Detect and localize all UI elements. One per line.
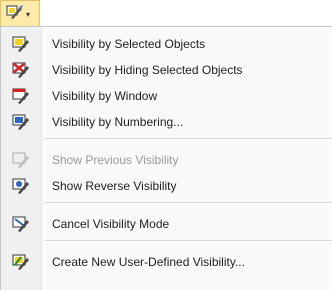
- visibility-numbering-icon: [12, 113, 30, 131]
- menu-item-show-reverse-visibility[interactable]: Show Reverse Visibility: [1, 173, 332, 199]
- menu-item-show-previous-visibility: Show Previous Visibility: [1, 147, 332, 173]
- visibility-dropdown-button[interactable]: ▾: [0, 0, 40, 27]
- menu-item-visibility-by-selected-objects[interactable]: Visibility by Selected Objects: [1, 31, 332, 57]
- menu-item-label: Cancel Visibility Mode: [52, 217, 170, 231]
- menu-item-cancel-visibility-mode[interactable]: Cancel Visibility Mode: [1, 211, 332, 237]
- visibility-menu: Visibility by Selected Objects Visibilit…: [0, 26, 332, 290]
- create-user-visibility-icon: [12, 253, 30, 271]
- show-reverse-visibility-icon: [12, 177, 30, 195]
- menu-separator: [45, 138, 332, 140]
- menu-item-label: Create New User-Defined Visibility...: [52, 255, 245, 269]
- menu-item-visibility-by-hiding-selected-objects[interactable]: Visibility by Hiding Selected Objects: [1, 57, 332, 83]
- visibility-icon: [6, 3, 24, 24]
- menu-item-label: Visibility by Hiding Selected Objects: [52, 63, 243, 77]
- cancel-visibility-mode-icon: [12, 215, 30, 233]
- chevron-down-icon: ▾: [26, 10, 31, 19]
- menu-item-label: Visibility by Window: [52, 89, 158, 103]
- visibility-hiding-selected-icon: [12, 61, 30, 79]
- menu-item-label: Visibility by Numbering...: [52, 115, 184, 129]
- menu-item-label: Show Reverse Visibility: [52, 179, 177, 193]
- menu-item-create-new-user-defined-visibility[interactable]: Create New User-Defined Visibility...: [1, 249, 332, 275]
- menu-separator: [45, 202, 332, 204]
- visibility-window-icon: [12, 87, 30, 105]
- visibility-selected-objects-icon: [12, 35, 30, 53]
- menu-item-label: Visibility by Selected Objects: [52, 37, 206, 51]
- menu-item-visibility-by-window[interactable]: Visibility by Window: [1, 83, 332, 109]
- menu-separator: [45, 240, 332, 242]
- menu-item-label: Show Previous Visibility: [52, 153, 179, 167]
- menu-item-visibility-by-numbering[interactable]: Visibility by Numbering...: [1, 109, 332, 135]
- show-previous-visibility-icon: [12, 151, 30, 169]
